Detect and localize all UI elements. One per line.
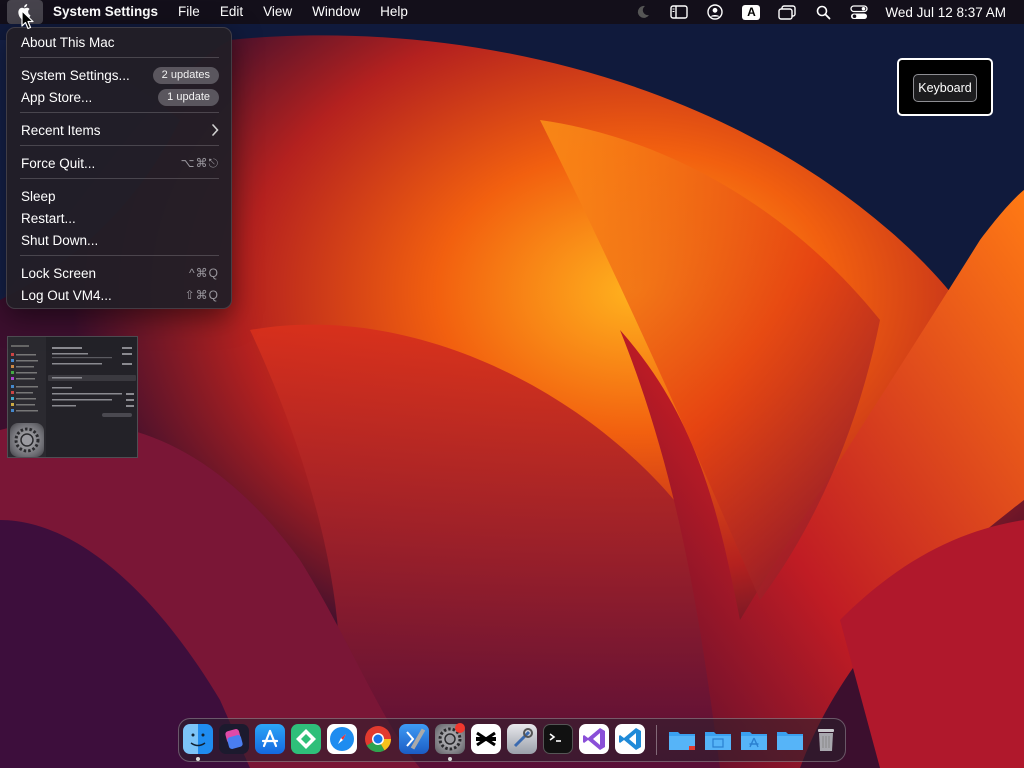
chevron-right-icon [212,124,219,136]
display-icon[interactable] [778,3,797,21]
menu-item-label: Restart... [21,210,76,226]
menu-bar: System Settings File Edit View Window He… [0,0,1024,24]
menu-item-label: Log Out VM4... [21,287,112,303]
menu-app-name[interactable]: System Settings [43,0,168,24]
terminal-icon[interactable] [543,724,573,754]
window-thumbnail[interactable] [7,336,138,458]
running-indicator [448,757,452,761]
menu-item-label: Sleep [21,188,56,204]
input-source-glyph: A [742,4,761,20]
vscode-icon[interactable] [615,724,645,754]
instruments-icon[interactable] [507,724,537,754]
updates-badge: 2 updates [152,66,219,84]
keyboard-button[interactable]: Keyboard [913,74,977,102]
menu-separator [20,57,219,58]
menu-item-force-quit[interactable]: Force Quit... ⌥⌘⎋ [21,153,219,173]
menu-item-label: Lock Screen [21,265,97,281]
finder-icon[interactable] [183,724,213,754]
menu-separator [20,255,219,256]
trash-icon[interactable] [811,724,841,754]
menu-separator [20,112,219,113]
keyboard-shortcut: ^⌘Q [189,266,219,280]
keyboard-shortcut: ⇧⌘Q [184,288,219,302]
menu-item-shut-down[interactable]: Shut Down... [21,230,219,250]
app-store-icon[interactable] [255,724,285,754]
desktop-folder-icon[interactable] [775,724,805,754]
menu-item-sleep[interactable]: Sleep [21,186,219,206]
xcode-icon[interactable] [399,724,429,754]
menu-window[interactable]: Window [302,0,370,24]
documents-folder-icon[interactable] [703,724,733,754]
menu-item-label: About This Mac [21,34,115,50]
capcut-icon[interactable] [471,724,501,754]
xcode-cloud-icon[interactable] [291,724,321,754]
applications-folder-icon[interactable] [739,724,769,754]
menu-item-log-out[interactable]: Log Out VM4... ⇧⌘Q [21,285,219,305]
search-icon[interactable] [814,3,832,21]
menu-view[interactable]: View [253,0,302,24]
keyboard-overlay: Keyboard [897,58,993,116]
running-indicator [196,757,200,761]
moon-icon[interactable] [634,3,652,21]
menu-item-label: Force Quit... [21,155,96,171]
menu-edit[interactable]: Edit [210,0,253,24]
user-icon[interactable] [706,3,724,21]
downloads-folder-icon[interactable] [667,724,697,754]
updates-badge: 1 update [158,88,219,106]
safari-icon[interactable] [327,724,357,754]
dock [178,718,846,762]
visual-studio-icon[interactable] [579,724,609,754]
menu-item-label: System Settings... [21,67,130,83]
input-source-icon[interactable]: A [742,3,761,21]
system-settings-app-badge-icon [10,423,44,457]
menu-clock[interactable]: Wed Jul 12 8:37 AM [885,5,1006,20]
menu-separator [20,178,219,179]
menu-item-label: Recent Items [21,122,101,138]
mouse-cursor-icon [21,10,34,30]
chrome-icon[interactable] [363,724,393,754]
menu-item-label: App Store... [21,89,93,105]
dock-separator [656,725,657,755]
menu-item-lock-screen[interactable]: Lock Screen ^⌘Q [21,263,219,283]
keyboard-shortcut: ⌥⌘⎋ [180,155,219,170]
menu-file[interactable]: File [168,0,210,24]
apple-menu-dropdown: About This Mac System Settings... 2 upda… [6,27,232,309]
shortcuts-icon[interactable] [219,724,249,754]
control-center-icon[interactable] [850,3,869,21]
menu-separator [20,145,219,146]
menu-item-system-settings[interactable]: System Settings... 2 updates [21,65,219,85]
menu-item-about-this-mac[interactable]: About This Mac [21,32,219,52]
sidebar-icon[interactable] [670,3,689,21]
menu-item-recent-items[interactable]: Recent Items [21,120,219,140]
notification-badge [455,723,465,733]
menu-item-app-store[interactable]: App Store... 1 update [21,87,219,107]
menu-item-label: Shut Down... [21,232,99,248]
menu-item-restart[interactable]: Restart... [21,208,219,228]
menu-help[interactable]: Help [370,0,418,24]
